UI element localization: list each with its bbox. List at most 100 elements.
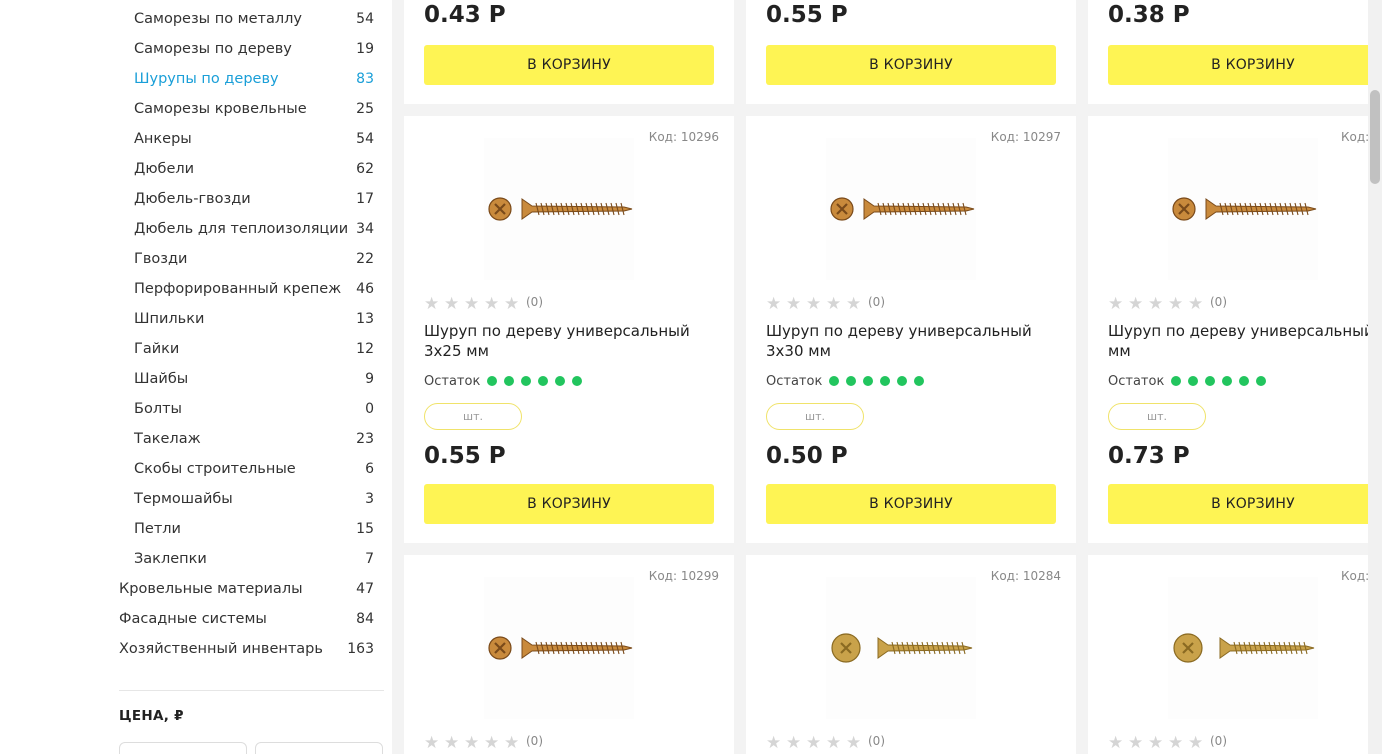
sidebar-category-item[interactable]: Анкеры 54 bbox=[0, 125, 390, 155]
star-icon: ★ bbox=[444, 733, 460, 753]
screw-icon bbox=[831, 633, 973, 663]
stock-dot-icon bbox=[897, 376, 908, 386]
product-image[interactable] bbox=[1168, 577, 1318, 719]
sidebar-category-item[interactable]: Шпильки 13 bbox=[0, 305, 390, 335]
scrollbar-thumb[interactable] bbox=[1370, 90, 1380, 184]
sidebar-category-item[interactable]: Петли 15 bbox=[0, 515, 390, 545]
product-title[interactable]: Шуруп по дереву универсальный 3х30 мм bbox=[766, 321, 1066, 361]
stock-dot-icon bbox=[1222, 376, 1233, 386]
sidebar-category-item[interactable]: Саморезы по дереву 19 bbox=[0, 35, 390, 65]
category-count: 7 bbox=[365, 551, 374, 567]
rating-stars[interactable]: ★ ★ ★ ★ ★ (0) bbox=[766, 733, 885, 753]
stock-dot-icon bbox=[538, 376, 549, 386]
sidebar-category-item[interactable]: Скобы строительные 6 bbox=[0, 455, 390, 485]
review-count: (0) bbox=[526, 295, 543, 309]
rating-stars[interactable]: ★ ★ ★ ★ ★ (0) bbox=[424, 294, 543, 314]
category-label: Термошайбы bbox=[134, 491, 233, 507]
star-icon: ★ bbox=[464, 733, 480, 753]
screw-icon bbox=[488, 197, 633, 221]
screw-icon bbox=[1173, 633, 1315, 663]
star-icon: ★ bbox=[504, 733, 520, 753]
rating-stars[interactable]: ★ ★ ★ ★ ★ (0) bbox=[1108, 294, 1227, 314]
stock-dot-icon bbox=[1171, 376, 1182, 386]
price-max-input[interactable] bbox=[255, 742, 383, 754]
add-to-cart-button[interactable]: В КОРЗИНУ bbox=[766, 484, 1056, 524]
product-title[interactable]: Шуруп по дереву универсальный 3 мм bbox=[1108, 321, 1368, 361]
sidebar-category-item[interactable]: Гвозди 22 bbox=[0, 245, 390, 275]
stock-dot-icon bbox=[914, 376, 925, 386]
add-to-cart-button[interactable]: В КОРЗИНУ bbox=[766, 45, 1056, 85]
sidebar-divider bbox=[119, 690, 384, 691]
category-label: Саморезы по дереву bbox=[134, 41, 292, 57]
category-count: 9 bbox=[365, 371, 374, 387]
product-image[interactable] bbox=[484, 577, 634, 719]
product-title[interactable]: Шуруп по дереву универсальный 3х25 мм bbox=[424, 321, 724, 361]
stock-dot-icon bbox=[572, 376, 583, 386]
category-label: Анкеры bbox=[134, 131, 192, 147]
sidebar-category-item[interactable]: Такелаж 23 bbox=[0, 425, 390, 455]
rating-stars[interactable]: ★ ★ ★ ★ ★ (0) bbox=[766, 294, 885, 314]
category-label: Шпильки bbox=[134, 311, 205, 327]
category-count: 6 bbox=[365, 461, 374, 477]
stock-dot-icon bbox=[504, 376, 515, 386]
sidebar-category-item[interactable]: Перфорированный крепеж 46 bbox=[0, 275, 390, 305]
sidebar-category-item[interactable]: Дюбель для теплоизоляции 34 bbox=[0, 215, 390, 245]
product-image[interactable] bbox=[826, 138, 976, 280]
add-to-cart-button[interactable]: В КОРЗИНУ bbox=[424, 484, 714, 524]
product-price: 0.55 Р bbox=[766, 2, 848, 28]
product-price: 0.55 Р bbox=[424, 443, 506, 469]
sidebar-category-item[interactable]: Дюбель-гвозди 17 bbox=[0, 185, 390, 215]
stock-dot-icon bbox=[487, 376, 498, 386]
price-filter-title: ЦЕНА, ₽ bbox=[119, 708, 184, 724]
sidebar-category-item[interactable]: Гайки 12 bbox=[0, 335, 390, 365]
category-label: Петли bbox=[134, 521, 181, 537]
sidebar-category-item[interactable]: Заклепки 7 bbox=[0, 545, 390, 575]
stock-dot-icon bbox=[829, 376, 840, 386]
price-min-input[interactable] bbox=[119, 742, 247, 754]
stock-indicator: Остаток bbox=[766, 374, 925, 389]
category-count: 62 bbox=[356, 161, 374, 177]
add-to-cart-button[interactable]: В КОРЗИНУ bbox=[1108, 45, 1368, 85]
review-count: (0) bbox=[1210, 295, 1227, 309]
category-count: 13 bbox=[356, 311, 374, 327]
add-to-cart-button[interactable]: В КОРЗИНУ bbox=[1108, 484, 1368, 524]
quantity-input[interactable]: шт. bbox=[766, 403, 864, 430]
sidebar-category-item[interactable]: Фасадные системы 84 bbox=[0, 605, 390, 635]
product-image[interactable] bbox=[484, 138, 634, 280]
star-icon: ★ bbox=[846, 294, 862, 314]
category-label: Такелаж bbox=[134, 431, 201, 447]
category-label: Хозяйственный инвентарь bbox=[119, 641, 323, 657]
product-price: 0.50 Р bbox=[766, 443, 848, 469]
sidebar-category-item[interactable]: Шайбы 9 bbox=[0, 365, 390, 395]
star-icon: ★ bbox=[484, 733, 500, 753]
sidebar-category-item[interactable]: Саморезы по металлу 54 bbox=[0, 5, 390, 35]
star-icon: ★ bbox=[1128, 733, 1144, 753]
sidebar-category-item[interactable]: Хозяйственный инвентарь 163 bbox=[0, 635, 390, 665]
category-count: 163 bbox=[347, 641, 374, 657]
sidebar-category-item[interactable]: Болты 0 bbox=[0, 395, 390, 425]
rating-stars[interactable]: ★ ★ ★ ★ ★ (0) bbox=[1108, 733, 1227, 753]
page-scrollbar[interactable] bbox=[1368, 0, 1382, 754]
quantity-input[interactable]: шт. bbox=[1108, 403, 1206, 430]
stock-dot-icon bbox=[1239, 376, 1250, 386]
sidebar-category-item[interactable]: Кровельные материалы 47 bbox=[0, 575, 390, 605]
review-count: (0) bbox=[1210, 734, 1227, 748]
sidebar-category-item[interactable]: Шурупы по дереву 83 bbox=[0, 65, 390, 95]
sidebar-category-item[interactable]: Термошайбы 3 bbox=[0, 485, 390, 515]
quantity-input[interactable]: шт. bbox=[424, 403, 522, 430]
star-icon: ★ bbox=[484, 294, 500, 314]
add-to-cart-button[interactable]: В КОРЗИНУ bbox=[424, 45, 714, 85]
product-image[interactable] bbox=[826, 577, 976, 719]
star-icon: ★ bbox=[1188, 294, 1204, 314]
product-title-text: Шуруп по дереву универсальный 3х30 мм bbox=[766, 322, 1032, 360]
sidebar-category-item[interactable]: Дюбели 62 bbox=[0, 155, 390, 185]
star-icon: ★ bbox=[786, 733, 802, 753]
product-card: Код: ★ ★ ★ ★ ★ (0) bbox=[1088, 555, 1368, 754]
stock-label: Остаток bbox=[424, 374, 481, 389]
rating-stars[interactable]: ★ ★ ★ ★ ★ (0) bbox=[424, 733, 543, 753]
sidebar-category-item[interactable]: Саморезы кровельные 25 bbox=[0, 95, 390, 125]
stock-dot-icon bbox=[521, 376, 532, 386]
category-label: Перфорированный крепеж bbox=[134, 281, 342, 297]
category-label: Гвозди bbox=[134, 251, 188, 267]
product-image[interactable] bbox=[1168, 138, 1318, 280]
